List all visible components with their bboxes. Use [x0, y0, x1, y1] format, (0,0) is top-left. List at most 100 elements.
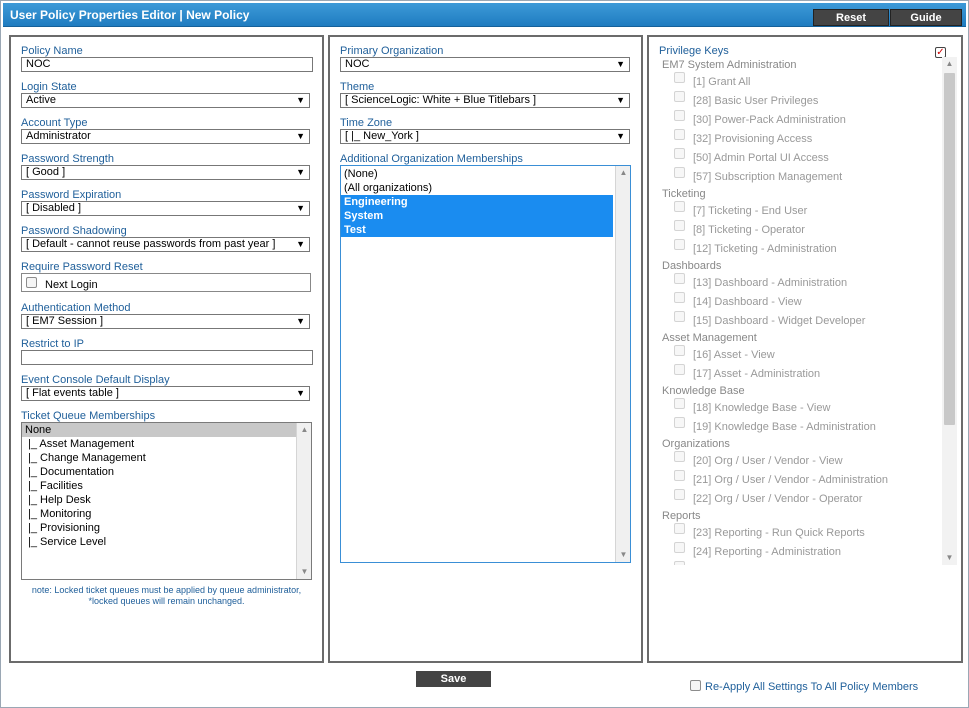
privilege-checkbox[interactable] [674, 128, 685, 140]
reapply-checkbox[interactable] [690, 679, 701, 691]
reapply-option[interactable]: Re-Apply All Settings To All Policy Memb… [690, 679, 918, 693]
privilege-item[interactable]: [20] Org / User / Vendor - View [674, 450, 843, 467]
ticket-queue-item[interactable]: None [22, 423, 311, 437]
password-expiration-select[interactable]: [ Disabled ] ▼ [21, 201, 310, 216]
organization-item[interactable]: Test [341, 223, 613, 237]
privilege-item[interactable]: [15] Dashboard - Widget Developer [674, 310, 865, 327]
privilege-label: [57] Subscription Management [693, 171, 843, 183]
privilege-item[interactable]: [7] Ticketing - End User [674, 200, 807, 217]
privilege-checkbox[interactable] [674, 71, 685, 83]
privilege-item[interactable]: [23] Reporting - Run Quick Reports [674, 522, 865, 539]
privilege-scrollbar[interactable]: ▲ ▼ [942, 57, 957, 565]
privilege-checkbox[interactable] [674, 219, 685, 231]
ticket-queue-item[interactable]: |_ Facilities [22, 479, 311, 493]
ticket-queue-item[interactable]: |_ Service Level [22, 535, 311, 549]
privilege-item[interactable]: [17] Asset - Administration [674, 363, 820, 380]
ticket-queue-item[interactable]: |_ Provisioning [22, 521, 311, 535]
privilege-checkbox[interactable] [674, 166, 685, 178]
ticket-queue-item[interactable]: |_ Asset Management [22, 437, 311, 451]
ticket-queue-list[interactable]: None |_ Asset Management |_ Change Managem… [21, 422, 312, 580]
privilege-item[interactable]: [19] Knowledge Base - Administration [674, 416, 876, 433]
restrict-ip-input[interactable] [21, 350, 313, 365]
privilege-item[interactable]: [32] Provisioning Access [674, 128, 812, 145]
chevron-down-icon: ▼ [296, 388, 305, 398]
login-state-label: Login State [21, 81, 77, 93]
password-expiration-value: [ Disabled ] [26, 202, 82, 214]
privilege-checkbox[interactable] [674, 450, 685, 462]
privilege-checkbox[interactable] [674, 344, 685, 356]
additional-orgs-list[interactable]: (None) (All organizations) Engineering Syst… [340, 165, 631, 563]
require-reset-label: Require Password Reset [21, 261, 143, 273]
password-strength-select[interactable]: [ Good ] ▼ [21, 165, 310, 180]
privilege-keys-label: Privilege Keys [659, 45, 729, 57]
privilege-item[interactable]: [50] Admin Portal UI Access [674, 147, 829, 164]
privilege-checkbox[interactable] [674, 200, 685, 212]
ticket-queue-item[interactable]: |_ Monitoring [22, 507, 311, 521]
note-line-2: *locked queues will remain unchanged. [88, 596, 245, 606]
privilege-group-heading: Asset Management [662, 332, 757, 344]
privilege-checkbox[interactable] [674, 363, 685, 375]
privilege-checkbox[interactable] [674, 272, 685, 284]
privilege-checkbox[interactable] [674, 90, 685, 102]
privilege-item[interactable]: [8] Ticketing - Operator [674, 219, 805, 236]
privilege-checkbox[interactable] [674, 109, 685, 121]
event-console-select[interactable]: [ Flat events table ] ▼ [21, 386, 310, 401]
ticket-queue-scrollbar[interactable]: ▲ ▼ [296, 423, 311, 579]
ticket-queue-item[interactable]: |_ Change Management [22, 451, 311, 465]
privilege-scroll-thumb[interactable] [944, 73, 955, 425]
scroll-up-icon[interactable]: ▲ [616, 166, 630, 180]
organization-item[interactable]: (All organizations) [341, 181, 630, 195]
privilege-item[interactable]: [16] Asset - View [674, 344, 775, 361]
privilege-item[interactable]: [12] Ticketing - Administration [674, 238, 837, 255]
auth-method-select[interactable]: [ EM7 Session ] ▼ [21, 314, 310, 329]
privilege-item[interactable]: [13] Dashboard - Administration [674, 272, 847, 289]
password-shadowing-select[interactable]: [ Default - cannot reuse passwords from … [21, 237, 310, 252]
privilege-item[interactable]: [28] Basic User Privileges [674, 90, 818, 107]
privilege-item[interactable]: [22] Org / User / Vendor - Operator [674, 488, 862, 505]
account-type-select[interactable]: Administrator ▼ [21, 129, 310, 144]
privilege-checkbox[interactable] [674, 522, 685, 534]
timezone-select[interactable]: [ |_ New_York ] ▼ [340, 129, 630, 144]
primary-org-select[interactable]: NOC ▼ [340, 57, 630, 72]
privilege-item[interactable]: [57] Subscription Management [674, 166, 843, 183]
policy-name-input[interactable]: NOC [21, 57, 313, 72]
privilege-checkbox[interactable] [674, 541, 685, 553]
privilege-checkbox[interactable] [674, 397, 685, 409]
privilege-checkbox[interactable] [674, 238, 685, 250]
scroll-up-icon[interactable]: ▲ [942, 57, 957, 71]
password-strength-value: [ Good ] [26, 166, 66, 178]
privilege-checkbox[interactable] [674, 416, 685, 428]
privilege-checkbox[interactable] [674, 488, 685, 500]
ticket-queue-item[interactable]: |_ Documentation [22, 465, 311, 479]
privilege-checkbox[interactable] [674, 310, 685, 322]
privilege-item[interactable]: [21] Org / User / Vendor - Administratio… [674, 469, 888, 486]
privilege-checkbox[interactable] [674, 147, 685, 159]
save-button[interactable]: Save [416, 671, 491, 687]
privilege-item[interactable]: [18] Knowledge Base - View [674, 397, 830, 414]
chevron-down-icon: ▼ [616, 59, 625, 69]
organization-item[interactable]: (None) [341, 167, 630, 181]
login-state-select[interactable]: Active ▼ [21, 93, 310, 108]
timezone-label: Time Zone [340, 117, 393, 129]
reset-button[interactable]: Reset [813, 9, 889, 26]
additional-orgs-scrollbar[interactable]: ▲ ▼ [615, 166, 630, 562]
scroll-down-icon[interactable]: ▼ [942, 551, 957, 565]
privilege-checkbox[interactable] [674, 469, 685, 481]
next-login-checkbox[interactable] [26, 277, 37, 288]
organization-item[interactable]: Engineering [341, 195, 613, 209]
privilege-label: [24] Reporting - Administration [693, 546, 841, 558]
event-console-label: Event Console Default Display [21, 374, 170, 386]
privilege-item[interactable]: [24] Reporting - Administration [674, 541, 841, 558]
scroll-down-icon[interactable]: ▼ [616, 548, 630, 562]
organization-item[interactable]: System [341, 209, 613, 223]
privilege-item[interactable]: [1] Grant All [674, 71, 750, 88]
scroll-down-icon[interactable]: ▼ [297, 565, 311, 579]
privilege-item[interactable]: [14] Dashboard - View [674, 291, 802, 308]
theme-select[interactable]: [ ScienceLogic: White + Blue Titlebars ]… [340, 93, 630, 108]
privilege-checkbox[interactable] [674, 291, 685, 303]
ticket-queue-item[interactable]: |_ Help Desk [22, 493, 311, 507]
guide-button[interactable]: Guide [890, 9, 962, 26]
privilege-checkbox[interactable] [674, 560, 685, 565]
privilege-item[interactable]: [30] Power-Pack Administration [674, 109, 846, 126]
scroll-up-icon[interactable]: ▲ [297, 423, 311, 437]
